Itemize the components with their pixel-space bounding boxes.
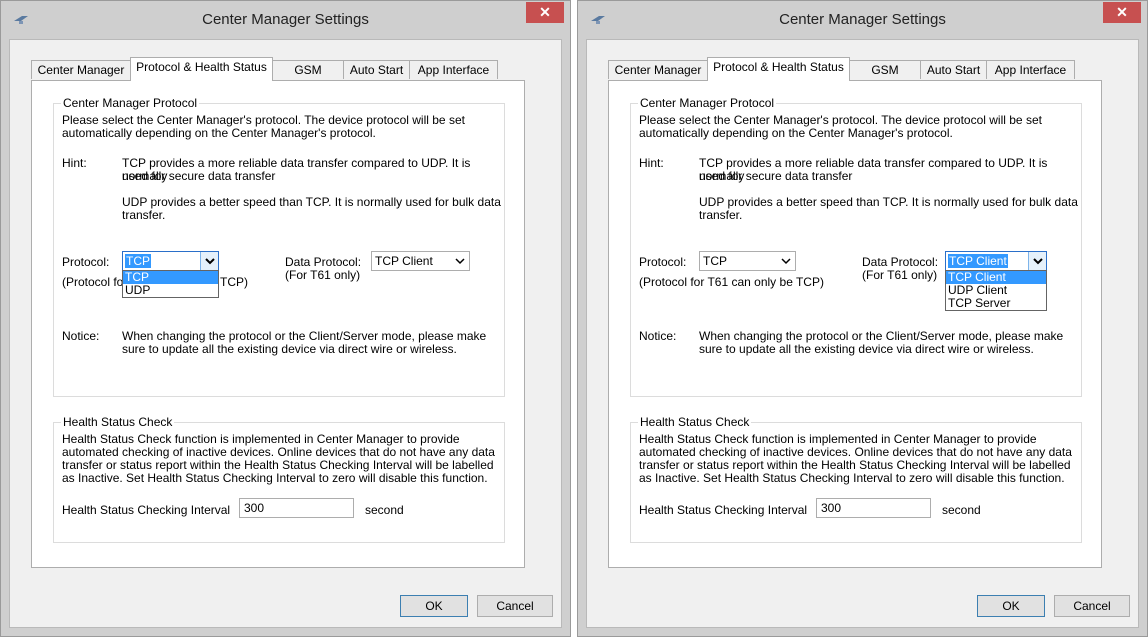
group-legend: Health Status Check xyxy=(638,415,752,429)
title-bar[interactable]: Center Manager Settings ✕ xyxy=(1,1,570,39)
protocol-selected-value: TCP xyxy=(125,254,151,268)
tab-panel: Center Manager Protocol Please select th… xyxy=(608,80,1102,568)
tab-app-interface[interactable]: App Interface xyxy=(409,60,498,79)
protocol-group: Center Manager Protocol Please select th… xyxy=(53,96,505,397)
dropdown-option[interactable]: UDP xyxy=(123,284,218,297)
interval-input[interactable]: 300 xyxy=(816,498,931,518)
close-button[interactable]: ✕ xyxy=(1103,2,1141,23)
tab-panel: Center Manager Protocol Please select th… xyxy=(31,80,525,568)
data-protocol-select[interactable]: TCP Client xyxy=(945,251,1047,271)
health-description-line: as Inactive. Set Health Status Checking … xyxy=(62,471,488,485)
hint-udp-line: UDP provides a better speed than TCP. It… xyxy=(699,195,1078,209)
interval-label: Health Status Checking Interval xyxy=(639,503,808,517)
window-title: Center Manager Settings xyxy=(779,11,946,28)
health-status-group: Health Status Check Health Status Check … xyxy=(53,415,505,543)
protocol-selected-value: TCP xyxy=(703,254,727,268)
data-protocol-note: (For T61 only) xyxy=(285,268,361,282)
ok-button[interactable]: OK xyxy=(400,595,468,617)
health-description-line: as Inactive. Set Health Status Checking … xyxy=(639,471,1065,485)
close-button[interactable]: ✕ xyxy=(526,2,564,23)
hint-tcp-line: used for secure data transfer xyxy=(122,169,276,183)
protocol-label: Protocol: xyxy=(639,255,687,269)
interval-input[interactable]: 300 xyxy=(239,498,354,518)
notice-label: Notice: xyxy=(639,329,677,343)
notice-label: Notice: xyxy=(62,329,100,343)
tab-protocol-health-status[interactable]: Protocol & Health Status xyxy=(130,57,273,81)
group-legend: Center Manager Protocol xyxy=(638,96,777,110)
data-protocol-select[interactable]: TCP Client xyxy=(371,251,470,271)
protocol-note-fragment: TCP) xyxy=(220,275,248,289)
notice-line: sure to update all the existing device v… xyxy=(122,342,457,356)
interval-value: 300 xyxy=(244,501,265,515)
notice-line: sure to update all the existing device v… xyxy=(699,342,1034,356)
protocol-note-fragment: (Protocol fo xyxy=(62,275,124,289)
chevron-down-icon xyxy=(781,258,791,265)
title-bar[interactable]: Center Manager Settings ✕ xyxy=(578,1,1147,39)
dialog-body: Center Manager Protocol & Health Status … xyxy=(9,39,562,628)
settings-window-right: Center Manager Settings ✕ Center Manager… xyxy=(577,0,1148,637)
data-protocol-note: (For T61 only) xyxy=(862,268,938,282)
tab-gsm-modem[interactable]: GSM Modem xyxy=(272,60,344,96)
data-protocol-selected-value: TCP Client xyxy=(948,254,1008,268)
tab-gsm-modem[interactable]: GSM Modem xyxy=(849,60,921,96)
protocol-label: Protocol: xyxy=(62,255,110,269)
tab-app-interface[interactable]: App Interface xyxy=(986,60,1075,79)
hint-label: Hint: xyxy=(62,156,87,170)
protocol-select[interactable]: TCP xyxy=(122,251,219,271)
dropdown-option[interactable]: TCP Server xyxy=(946,297,1046,310)
protocol-dropdown-list: TCP UDP xyxy=(122,270,219,298)
hint-udp-line: transfer. xyxy=(699,208,743,222)
cancel-button[interactable]: Cancel xyxy=(477,595,553,617)
interval-unit: second xyxy=(942,503,981,517)
tab-center-manager[interactable]: Center Manager xyxy=(608,60,708,79)
group-legend: Center Manager Protocol xyxy=(61,96,200,110)
tab-center-manager[interactable]: Center Manager xyxy=(31,60,131,79)
protocol-group: Center Manager Protocol Please select th… xyxy=(630,96,1082,397)
hint-label: Hint: xyxy=(639,156,664,170)
protocol-note: (Protocol for T61 can only be TCP) xyxy=(639,275,824,289)
interval-unit: second xyxy=(365,503,404,517)
data-protocol-dropdown-list: TCP Client UDP Client TCP Server xyxy=(945,270,1047,311)
tab-auto-start[interactable]: Auto Start xyxy=(343,60,410,79)
interval-label: Health Status Checking Interval xyxy=(62,503,231,517)
dialog-body: Center Manager Protocol & Health Status … xyxy=(586,39,1139,628)
chevron-down-icon xyxy=(1033,258,1043,265)
data-protocol-selected-value: TCP Client xyxy=(375,254,433,268)
health-status-group: Health Status Check Health Status Check … xyxy=(630,415,1082,543)
settings-window-left: Center Manager Settings ✕ Center Manager… xyxy=(0,0,571,637)
group-legend: Health Status Check xyxy=(61,415,175,429)
hint-udp-line: UDP provides a better speed than TCP. It… xyxy=(122,195,501,209)
tab-protocol-health-status[interactable]: Protocol & Health Status xyxy=(707,57,850,81)
cancel-button[interactable]: Cancel xyxy=(1054,595,1130,617)
window-title: Center Manager Settings xyxy=(202,11,369,28)
tab-auto-start[interactable]: Auto Start xyxy=(920,60,987,79)
chevron-down-icon xyxy=(455,258,465,265)
protocol-description-line: automatically depending on the Center Ma… xyxy=(639,126,953,140)
protocol-description-line: automatically depending on the Center Ma… xyxy=(62,126,376,140)
chevron-down-icon xyxy=(205,258,215,265)
hint-udp-line: transfer. xyxy=(122,208,166,222)
ok-button[interactable]: OK xyxy=(977,595,1045,617)
protocol-select[interactable]: TCP xyxy=(699,251,796,271)
interval-value: 300 xyxy=(821,501,842,515)
hint-tcp-line: used for secure data transfer xyxy=(699,169,853,183)
